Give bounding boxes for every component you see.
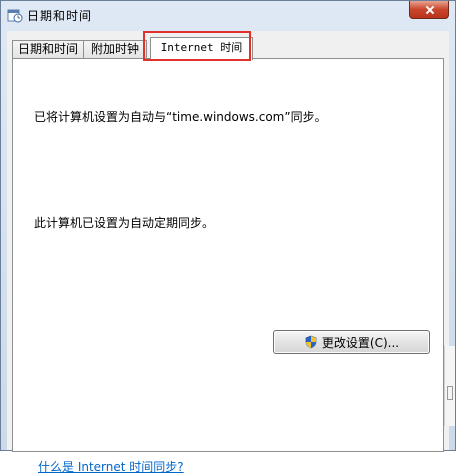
change-settings-label: 更改设置(C)... xyxy=(321,335,400,350)
clock-calendar-icon xyxy=(7,9,23,23)
tab-highlight-box xyxy=(143,31,251,61)
date-time-dialog: 日期和时间 日期和时间 附加时钟 Internet 时间 已将计算机设置为自动与… xyxy=(0,0,456,474)
tab-panel-internet-time: 已将计算机设置为自动与“time.windows.com”同步。 此计算机已设置… xyxy=(12,58,444,474)
change-settings-button[interactable]: 更改设置(C)... xyxy=(273,330,430,354)
scroll-thumb xyxy=(447,386,453,400)
uac-shield-icon xyxy=(305,335,317,349)
sync-schedule-text: 此计算机已设置为自动定期同步。 xyxy=(34,216,215,230)
help-link-internet-time-sync[interactable]: 什么是 Internet 时间同步? xyxy=(38,458,184,475)
tab-date-time[interactable]: 日期和时间 xyxy=(12,40,84,59)
title-bar[interactable]: 日期和时间 xyxy=(1,1,455,29)
close-button[interactable] xyxy=(409,1,449,19)
dialog-client-area: 日期和时间 附加时钟 Internet 时间 已将计算机设置为自动与“time.… xyxy=(7,31,449,474)
edge-scroll-fragment xyxy=(444,346,455,426)
tab-additional-clocks[interactable]: 附加时钟 xyxy=(83,40,147,59)
sync-server-text: 已将计算机设置为自动与“time.windows.com”同步。 xyxy=(34,110,327,124)
window-title: 日期和时间 xyxy=(27,9,93,23)
